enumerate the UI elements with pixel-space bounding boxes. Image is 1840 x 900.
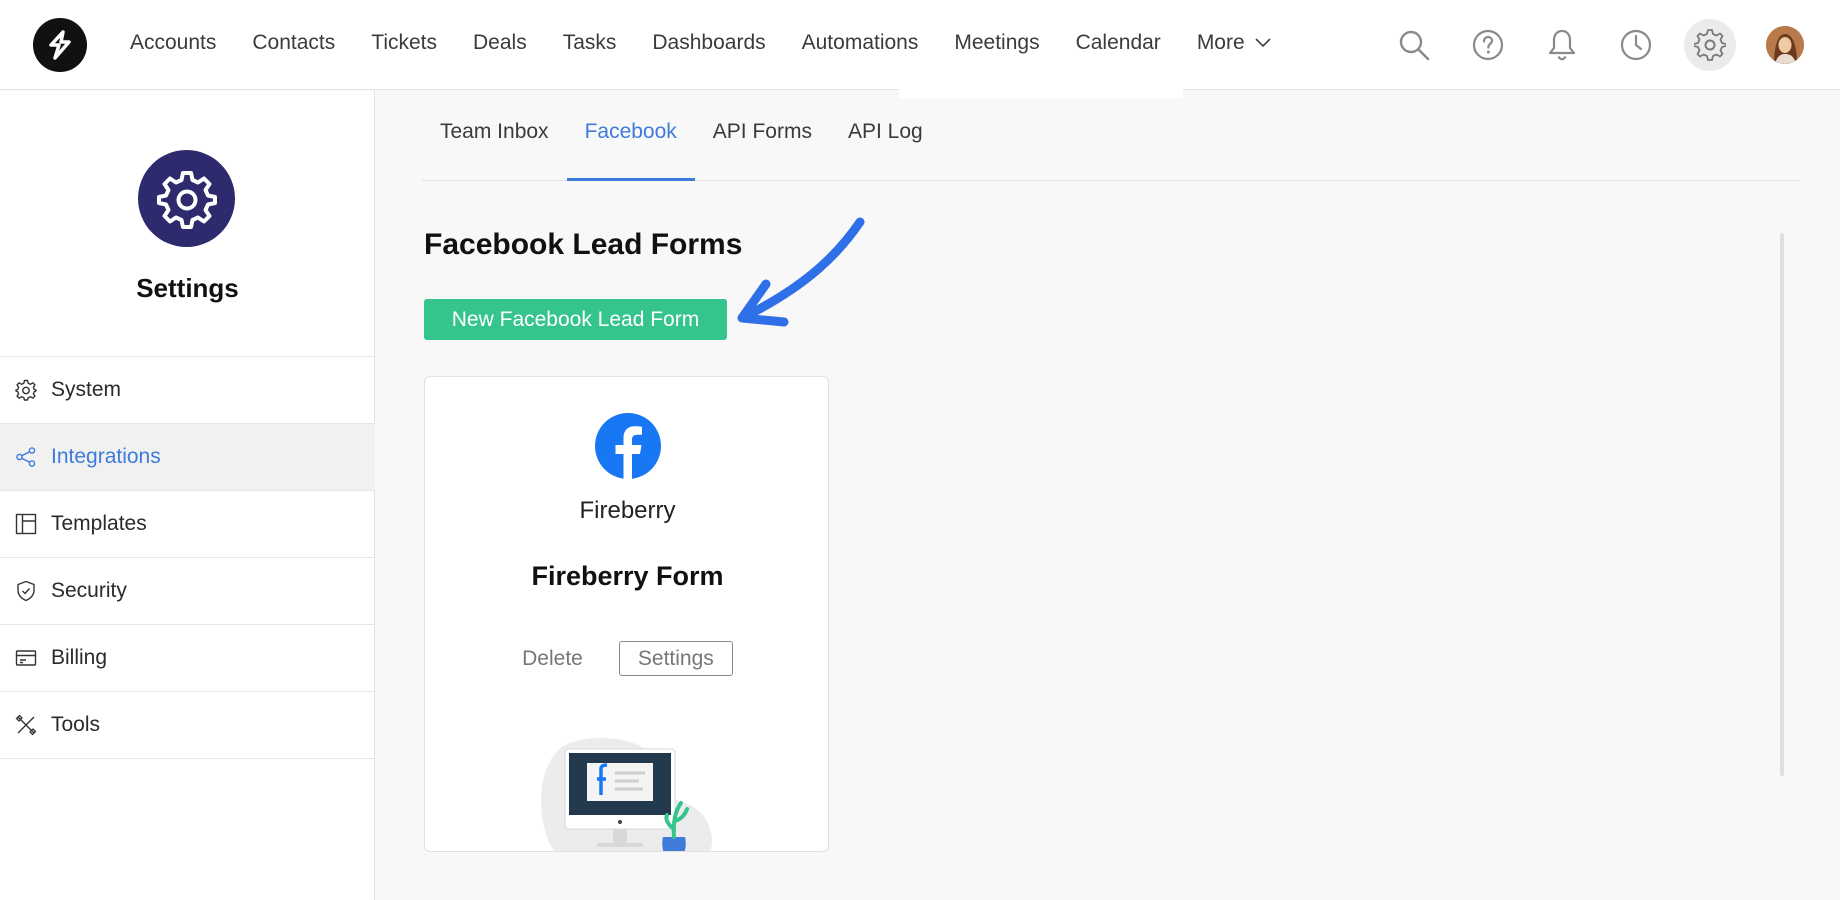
tools-icon (14, 713, 38, 737)
form-settings-button[interactable]: Settings (618, 641, 733, 676)
settings-avatar-circle (138, 150, 235, 247)
form-name: Fireberry Form (531, 561, 724, 591)
nav-item-more[interactable]: More (1197, 31, 1271, 55)
sidebar-item-billing[interactable]: Billing (0, 625, 375, 692)
nav-item-contacts[interactable]: Contacts (252, 31, 335, 55)
nav-item-tasks[interactable]: Tasks (563, 31, 617, 55)
content-scrollbar[interactable] (1780, 233, 1784, 776)
sidebar-item-tools[interactable]: Tools (0, 692, 375, 759)
tab-api-log[interactable]: API Log (830, 87, 941, 177)
avatar-image (1766, 26, 1804, 64)
search-button[interactable] (1388, 19, 1440, 71)
help-button[interactable] (1462, 19, 1514, 71)
history-button[interactable] (1610, 19, 1662, 71)
shield-icon (14, 579, 38, 603)
arrow-annotation-icon (737, 217, 865, 327)
nav-item-automations[interactable]: Automations (802, 31, 919, 55)
notifications-button[interactable] (1536, 19, 1588, 71)
facebook-icon (595, 413, 661, 479)
share-icon (14, 445, 38, 469)
tab-team-inbox[interactable]: Team Inbox (422, 87, 567, 177)
settings-menu: System Integrations Templates Security B… (0, 356, 375, 759)
nav-item-accounts[interactable]: Accounts (130, 31, 216, 55)
nav-item-dashboards[interactable]: Dashboards (652, 31, 765, 55)
nav-item-calendar[interactable]: Calendar (1076, 31, 1161, 55)
fireberry-logo[interactable] (33, 18, 87, 72)
integration-tabs: Team Inbox Facebook API Forms API Log (422, 91, 1800, 181)
sidebar-item-integrations[interactable]: Integrations (0, 424, 375, 491)
bell-icon (1548, 29, 1576, 61)
nav-item-deals[interactable]: Deals (473, 31, 527, 55)
top-navigation-bar: Accounts Contacts Tickets Deals Tasks Da… (0, 0, 1840, 98)
chevron-down-icon (1255, 38, 1271, 48)
template-icon (14, 512, 38, 536)
sidebar-title: Settings (136, 273, 239, 303)
settings-sidebar: Settings System Integrations Templates S… (0, 91, 375, 900)
sidebar-item-system[interactable]: System (0, 357, 375, 424)
tab-facebook[interactable]: Facebook (566, 87, 696, 181)
settings-button[interactable] (1684, 19, 1736, 71)
page-title: Facebook Lead Forms (424, 228, 743, 261)
sidebar-item-label: Integrations (51, 445, 161, 468)
delete-form-link[interactable]: Delete (522, 647, 583, 671)
user-avatar[interactable] (1766, 26, 1804, 64)
main-nav: Accounts Contacts Tickets Deals Tasks Da… (112, 0, 1289, 90)
facebook-form-illustration-icon (541, 738, 712, 851)
nav-more-label: More (1196, 31, 1245, 54)
sidebar-item-label: Templates (51, 512, 147, 535)
gear-icon (14, 378, 38, 402)
sidebar-item-label: Tools (51, 713, 101, 736)
search-icon (1399, 30, 1430, 61)
sidebar-item-security[interactable]: Security (0, 558, 375, 625)
tab-api-forms[interactable]: API Forms (695, 87, 830, 177)
nav-item-tickets[interactable]: Tickets (371, 31, 437, 55)
card-actions: Delete Settings (425, 641, 828, 676)
gear-icon (156, 170, 217, 229)
gear-icon (1694, 29, 1726, 61)
sidebar-item-label: Billing (51, 646, 108, 669)
billing-icon (14, 646, 38, 670)
facebook-page-name: Fireberry (579, 497, 676, 524)
clock-icon (1620, 29, 1652, 61)
logo-icon (49, 30, 71, 60)
new-facebook-lead-form-button[interactable]: New Facebook Lead Form (424, 299, 727, 340)
nav-item-meetings[interactable]: Meetings (954, 31, 1039, 55)
header-icons (1366, 0, 1804, 90)
sidebar-item-templates[interactable]: Templates (0, 491, 375, 558)
sidebar-item-label: System (51, 378, 122, 401)
help-icon (1472, 29, 1504, 61)
lead-form-card: Fireberry Fireberry Form Delete Settings (424, 376, 829, 852)
sidebar-item-label: Security (51, 579, 127, 602)
